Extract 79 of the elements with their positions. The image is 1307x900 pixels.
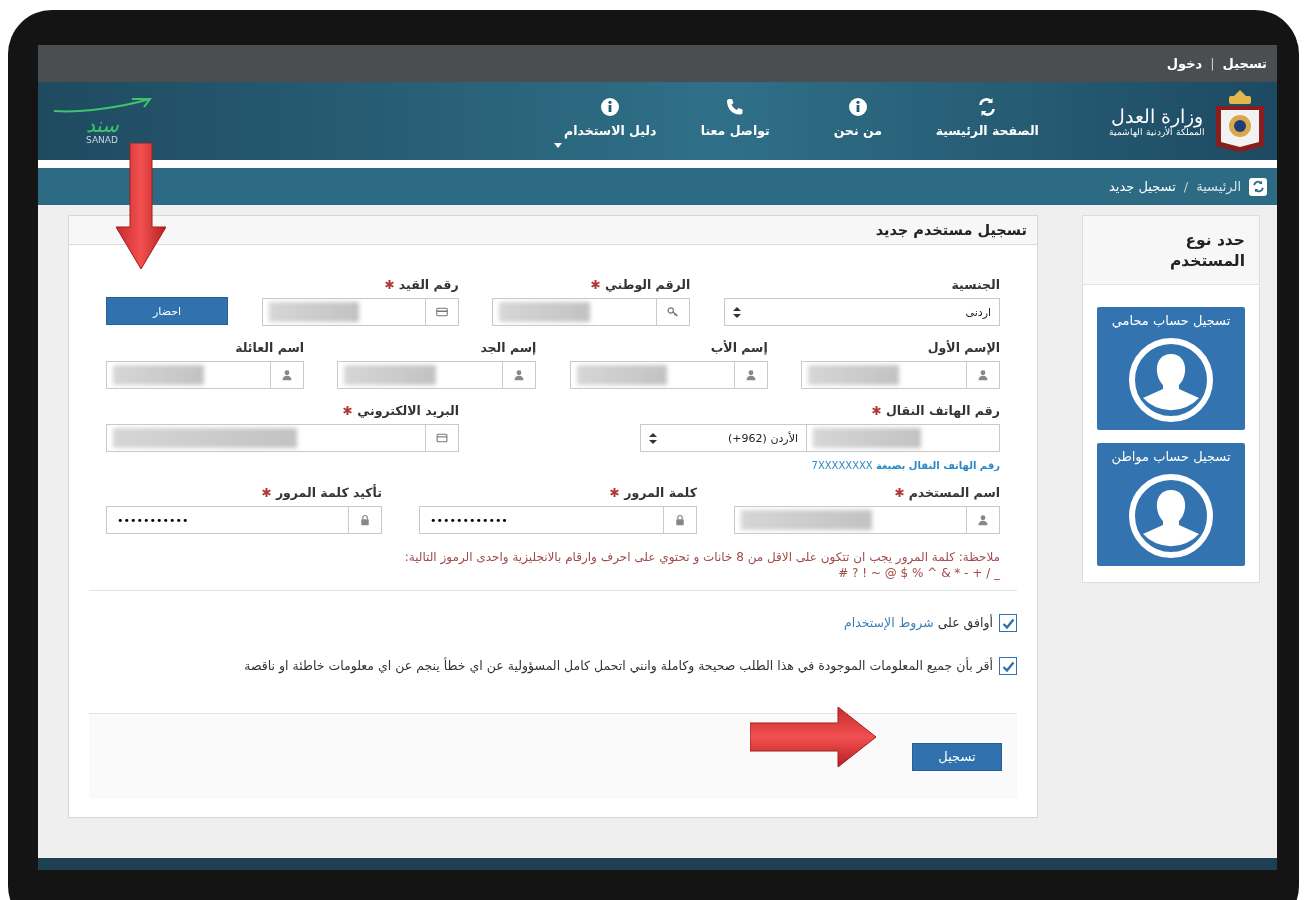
field-label: اسم المستخدم [894,485,1000,500]
key-icon [667,306,680,318]
input-field[interactable] [806,424,1000,452]
ministry-title: وزارة العدل [1111,105,1204,127]
agreement-text: أقر بأن جميع المعلومات الموجودة في هذا الطلب صحيحة وكاملة وانني اتحمل كامل المسؤولية عن اي خطأ ينجم عن اي معلومات خاطئة او ناقصة [244,656,993,676]
nav-item[interactable]: الصفحة الرئيسية [925,92,1050,150]
user-icon [281,369,293,381]
user-icon [977,369,989,381]
select-field[interactable]: الأردن (962+) [640,424,806,452]
refresh-icon [1249,177,1267,196]
agreement-text: أوافق على شروط الإستخدام [844,613,993,633]
register-button[interactable]: تسجيل [912,742,1002,771]
terms-link[interactable]: شروط الإستخدام [844,615,934,630]
separator: | [1210,56,1215,71]
emblem-drawing [1213,88,1267,154]
checkbox[interactable] [999,657,1017,676]
required-asterisk-icon [872,406,881,415]
input-field[interactable]: ••••••••••• [106,506,382,534]
field-label: الرقم الوطني [590,277,691,292]
input-field[interactable]: •••••••••••• [419,506,697,534]
password-note: ملاحظة: كلمة المرور يجب ان تتكون على الاقل من 8 خانات و تحتوي على احرف وارقام بالانجليزية واحدى الرموز التالية: [403,549,1000,566]
input-field[interactable] [261,298,459,326]
nav-item[interactable]: دليل الاستخدام [540,92,681,150]
user-icon [977,514,989,526]
input-field[interactable] [801,361,1000,389]
swoosh-icon [52,97,152,115]
lock-icon [359,514,371,526]
phone-icon [725,96,746,117]
required-asterisk-icon [894,488,904,497]
top-link[interactable]: دخول [1166,56,1203,71]
breadcrumb-current: تسجيل جديد [1109,179,1176,194]
refresh-icon [977,96,998,117]
account-type-card[interactable]: تسجيل حساب محامي [1097,306,1245,430]
card-icon [435,306,448,318]
caret-icon [554,142,563,148]
brand-name: SANAD [86,135,118,145]
breadcrumb-separator: / [1183,179,1189,194]
input-field[interactable] [492,298,691,326]
field-label: إسم الجد [480,340,537,355]
lock-icon [674,514,686,526]
user-icon [744,369,757,381]
sort-icon [649,432,657,444]
ministry-subtitle: المملكة الأردنية الهاشمية [1109,127,1205,137]
field-label: كلمة المرور [610,485,697,500]
required-asterisk-icon [261,488,271,497]
sort-icon [733,306,741,318]
info-icon [847,96,868,117]
field-label: البريد الالكتروني [343,403,459,418]
field-label: رقم القيد [384,277,459,292]
brand-logo-text: سند [85,115,119,135]
field-label: إسم الأب [710,340,768,355]
nav-item[interactable]: من نحن [790,92,926,150]
field-label: اسم العائلة [235,340,304,355]
required-asterisk-icon [343,406,353,415]
input-field[interactable] [106,424,459,452]
checkbox[interactable] [999,614,1017,632]
info-icon [600,96,621,117]
user-icon [513,369,526,381]
input-field[interactable] [337,361,537,389]
nav-item[interactable]: تواصل معنا [680,92,791,150]
panel-title: تسجيل مستخدم جديد [69,216,1037,245]
sidebar-title: حدد نوع المستخدم [1168,230,1245,272]
fetch-button[interactable]: احضار [106,297,229,325]
account-type-card[interactable]: تسجيل حساب مواطن [1097,442,1245,566]
field-label: الجنسية [951,277,1000,292]
input-field[interactable] [569,361,768,389]
field-label: رقم الهاتف النقال [872,403,1000,418]
required-asterisk-icon [590,280,600,289]
required-asterisk-icon [610,488,620,497]
input-field[interactable] [734,506,1000,534]
required-asterisk-icon [384,280,394,289]
field-label: تأكيد كلمة المرور [261,485,382,500]
password-symbols: # ? ! ~ @ $ % ^ & * - + / _ [837,566,1000,580]
envelope-icon [436,432,448,444]
field-label: الإسم الأول [927,340,1000,355]
select-field[interactable]: اردنى [724,298,1000,326]
input-field[interactable] [106,361,304,389]
breadcrumb-link[interactable]: الرئيسية [1196,179,1241,194]
top-link[interactable]: تسجيل [1222,56,1267,71]
